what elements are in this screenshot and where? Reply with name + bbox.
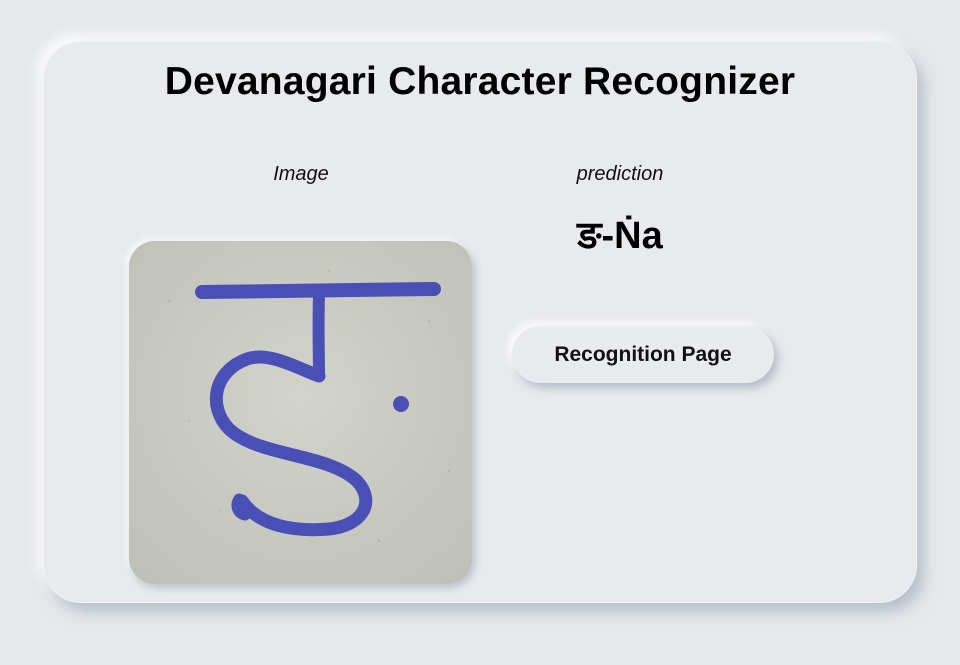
recognition-page-button[interactable]: Recognition Page <box>512 326 774 383</box>
prediction-result: ङ-Ṅa <box>577 215 663 257</box>
handwritten-character-drawing <box>129 241 472 584</box>
uploaded-character-image <box>129 241 472 584</box>
image-label: Image <box>273 163 329 185</box>
page-title: Devanagari Character Recognizer <box>164 60 796 103</box>
prediction-label: prediction <box>576 163 664 185</box>
